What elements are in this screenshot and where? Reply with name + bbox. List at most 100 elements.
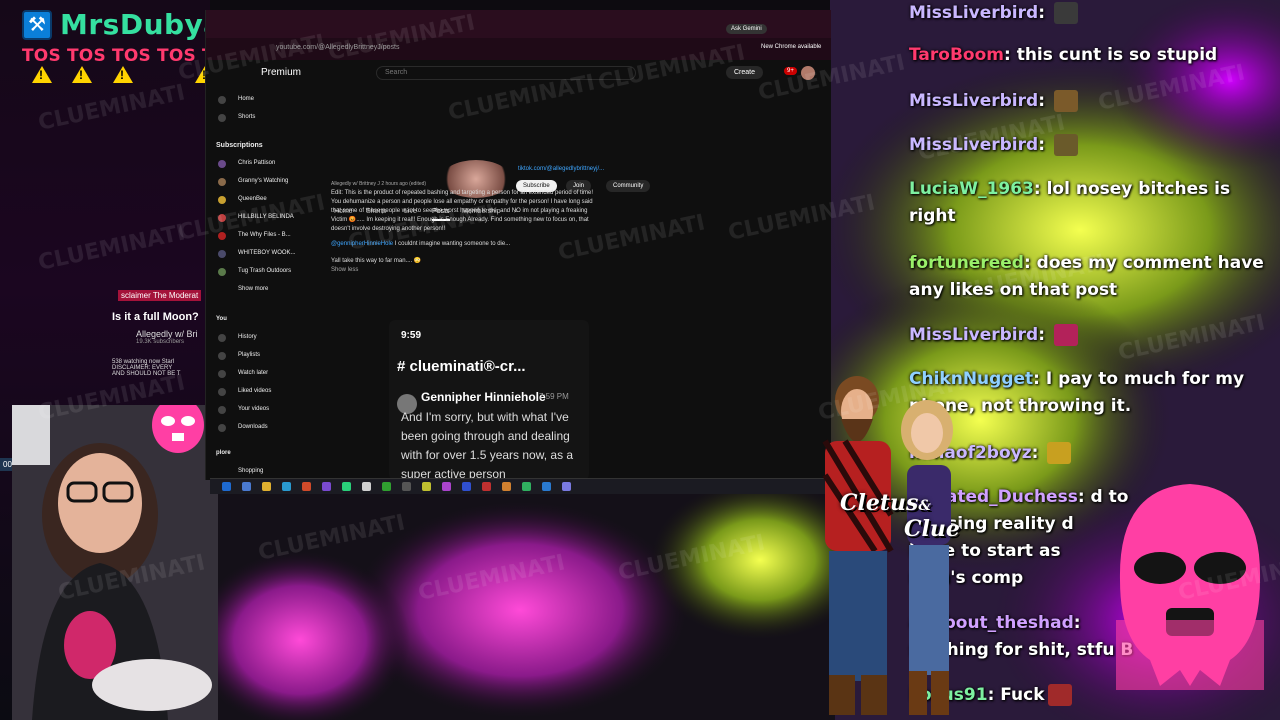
- sidebar-item-downloads[interactable]: Downloads: [238, 424, 268, 430]
- post-meta: 2 hours ago (edited): [381, 181, 427, 187]
- chat-separator: :: [1077, 487, 1091, 507]
- update-chrome-button[interactable]: New Chrome available: [761, 44, 821, 50]
- chat-message: LuciaW_1963: lol nosey bitches is right: [909, 176, 1269, 230]
- chat-text: this cunt is so stupid: [1016, 45, 1218, 65]
- taskbar-app-icon[interactable]: [422, 482, 431, 491]
- chat-separator: :: [1038, 325, 1051, 345]
- taskbar-app-icon[interactable]: [322, 482, 331, 491]
- sidebar-item-your-videos[interactable]: Your videos: [238, 406, 269, 412]
- taskbar-app-icon[interactable]: [562, 482, 571, 491]
- account-avatar[interactable]: [801, 66, 815, 80]
- taskbar-app-icon[interactable]: [542, 482, 551, 491]
- chat-separator: :: [1038, 135, 1051, 155]
- chat-message: MissLiverbird:: [909, 88, 1269, 115]
- discord-timestamp: 7:59 PM: [539, 392, 569, 401]
- sidebar-item-playlists[interactable]: Playlists: [238, 352, 260, 358]
- taskbar-app-icon[interactable]: [362, 482, 371, 491]
- ask-gemini-button[interactable]: Ask Gemini: [726, 24, 767, 34]
- taskbar-app-icon[interactable]: [442, 482, 451, 491]
- sidebar-item-history[interactable]: History: [238, 334, 257, 340]
- chat-username[interactable]: MissLiverbird: [909, 325, 1038, 345]
- disclaimer-line: AND SHOULD NOT BE T: [112, 371, 181, 377]
- warning-icon: [72, 66, 92, 83]
- avatar: [218, 250, 226, 258]
- chat-username[interactable]: MissLiverbird: [909, 135, 1038, 155]
- sidebar-sub[interactable]: Tug Trash Outdoors: [238, 268, 291, 274]
- sidebar-you-header[interactable]: You: [216, 316, 227, 322]
- chat-username[interactable]: TaroBoom: [909, 45, 1004, 65]
- youtube-premium-logo[interactable]: Premium: [261, 67, 301, 78]
- webcam-feed: [12, 405, 218, 720]
- create-button[interactable]: Create: [726, 66, 764, 79]
- emote-icon: [1053, 2, 1078, 24]
- left-video-snippet: Is it a full Moon? Allegedly w/ Bri 19.3…: [112, 285, 210, 405]
- emote-icon: [1053, 90, 1078, 112]
- sidebar-sub[interactable]: HILLBILLY BELINDA: [238, 214, 294, 220]
- channel-link[interactable]: tiktok.com/@allegedlybrittneyj/...: [518, 166, 604, 172]
- spotify-icon[interactable]: [522, 482, 531, 491]
- discord-message: And I'm sorry, but with what I've been g…: [401, 410, 574, 480]
- avatar: [218, 178, 226, 186]
- sidebar-sub[interactable]: WHITEBOY WOOK...: [238, 250, 296, 256]
- playlists-icon: [218, 352, 226, 360]
- chat-separator: :: [1031, 443, 1045, 463]
- taskbar-app-icon[interactable]: [382, 482, 391, 491]
- notification-count[interactable]: 9+: [784, 67, 797, 75]
- start-icon[interactable]: [222, 482, 231, 491]
- post-tail: Yall take this way to far man.... 😳: [331, 258, 422, 264]
- chat-message: MissLiverbird:: [909, 132, 1269, 159]
- post-body: Edit: This is the product of repeated ba…: [331, 190, 594, 232]
- channel-subs: 19.3K subscribers: [136, 339, 185, 345]
- taskbar-app-icon[interactable]: [242, 482, 251, 491]
- search-input[interactable]: Search: [376, 66, 636, 80]
- emote-icon: [1053, 134, 1078, 156]
- taskbar-app-icon[interactable]: [462, 482, 471, 491]
- logo-amp: &: [918, 498, 932, 514]
- post-author[interactable]: Allegedly w/ Brittney J: [331, 181, 380, 187]
- sidebar-item-liked[interactable]: Liked videos: [238, 388, 271, 394]
- chat-username[interactable]: MissLiverbird: [909, 91, 1038, 111]
- sidebar-subscriptions-header[interactable]: Subscriptions: [216, 142, 263, 149]
- taskbar-app-icon[interactable]: [402, 482, 411, 491]
- discord-user: Gennipher Hinniehole: [421, 390, 546, 404]
- sidebar-item-shorts[interactable]: Shorts: [238, 114, 255, 120]
- stream-canvas: { "overlay": { "brand": "MrsDubya", "tos…: [0, 0, 1280, 720]
- avatar: [218, 232, 226, 240]
- show-less-button[interactable]: Show less: [331, 266, 601, 275]
- sidebar-sub[interactable]: QueenBee: [238, 196, 267, 202]
- history-icon: [218, 334, 226, 342]
- phone-screenshot: 9:59 # cluemi­nati®-cr... Gennipher Hinn…: [389, 320, 589, 480]
- sidebar-item-shopping[interactable]: Shopping: [238, 468, 263, 474]
- folder-icon[interactable]: [262, 482, 271, 491]
- chat-username[interactable]: fortunereed: [909, 253, 1024, 273]
- logo-word: Cletus: [840, 490, 919, 516]
- address-bar[interactable]: youtube.com/@AllegedlyBrittneyJ/posts: [206, 38, 831, 60]
- show-more-button[interactable]: Show more: [238, 286, 268, 292]
- sidebar-item-watch-later[interactable]: Watch later: [238, 370, 268, 376]
- taskbar-app-icon[interactable]: [502, 482, 511, 491]
- chat-separator: :: [987, 685, 1001, 705]
- post-mention[interactable]: @gennipherHinnieHole: [331, 241, 393, 247]
- chat-username[interactable]: LuciaW_1963: [909, 179, 1034, 199]
- sidebar-sub[interactable]: Chris Pattison: [238, 160, 275, 166]
- youtube-sidebar: Home Shorts Subscriptions Chris Pattison…: [206, 88, 316, 480]
- chat-message: TaroBoom: this cunt is so stupid: [909, 42, 1269, 69]
- community-button[interactable]: Community: [606, 180, 651, 192]
- sidebar-item-home[interactable]: Home: [238, 96, 254, 102]
- avatar: [218, 160, 226, 168]
- liked-icon: [218, 388, 226, 396]
- avatar: [218, 214, 226, 222]
- taskbar-app-icon[interactable]: [282, 482, 291, 491]
- chat-separator: :: [1003, 45, 1017, 65]
- logo-word: Clue: [904, 516, 960, 542]
- sidebar-sub[interactable]: Granny's Watching: [238, 178, 288, 184]
- taskbar-app-icon[interactable]: [342, 482, 351, 491]
- streamer-brand: MrsDubya: [60, 8, 223, 41]
- taskbar-app-icon[interactable]: [482, 482, 491, 491]
- sidebar-sub[interactable]: The Why Files - B...: [238, 232, 291, 238]
- chat-username[interactable]: MissLiverbird: [909, 3, 1038, 23]
- cartoon-couple-image: [822, 376, 953, 715]
- discord-channel: # cluemi­nati®-cr...: [397, 358, 526, 375]
- chrome-icon[interactable]: [302, 482, 311, 491]
- pink-mask-icon: [152, 405, 204, 453]
